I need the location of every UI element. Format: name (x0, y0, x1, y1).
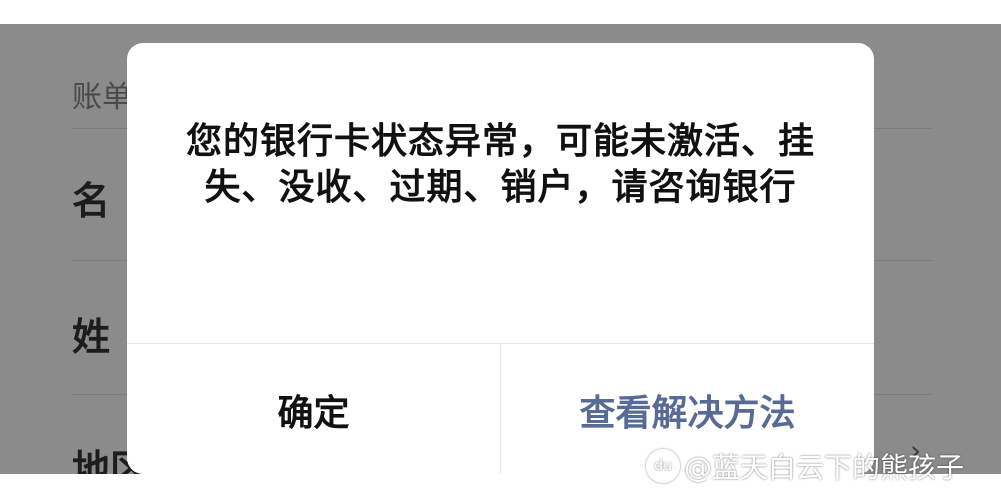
watermark-text: @蓝天白云下的熊孩子 (684, 451, 965, 484)
confirm-button[interactable]: 确定 (127, 344, 501, 474)
section-label: 账单 (72, 80, 132, 115)
watermark: du @蓝天白云下的熊孩子 (646, 446, 964, 486)
baidu-paw-icon: du (646, 449, 680, 483)
dialog-message: 您的银行卡状态异常，可能未激活、挂失、没收、过期、销户，请咨询银行 (185, 121, 815, 208)
field-label-first-name: 名 (72, 179, 111, 223)
field-label-last-name: 姓 (72, 315, 111, 359)
alert-dialog: 您的银行卡状态异常，可能未激活、挂失、没收、过期、销户，请咨询银行 确定 查看解… (127, 43, 874, 474)
